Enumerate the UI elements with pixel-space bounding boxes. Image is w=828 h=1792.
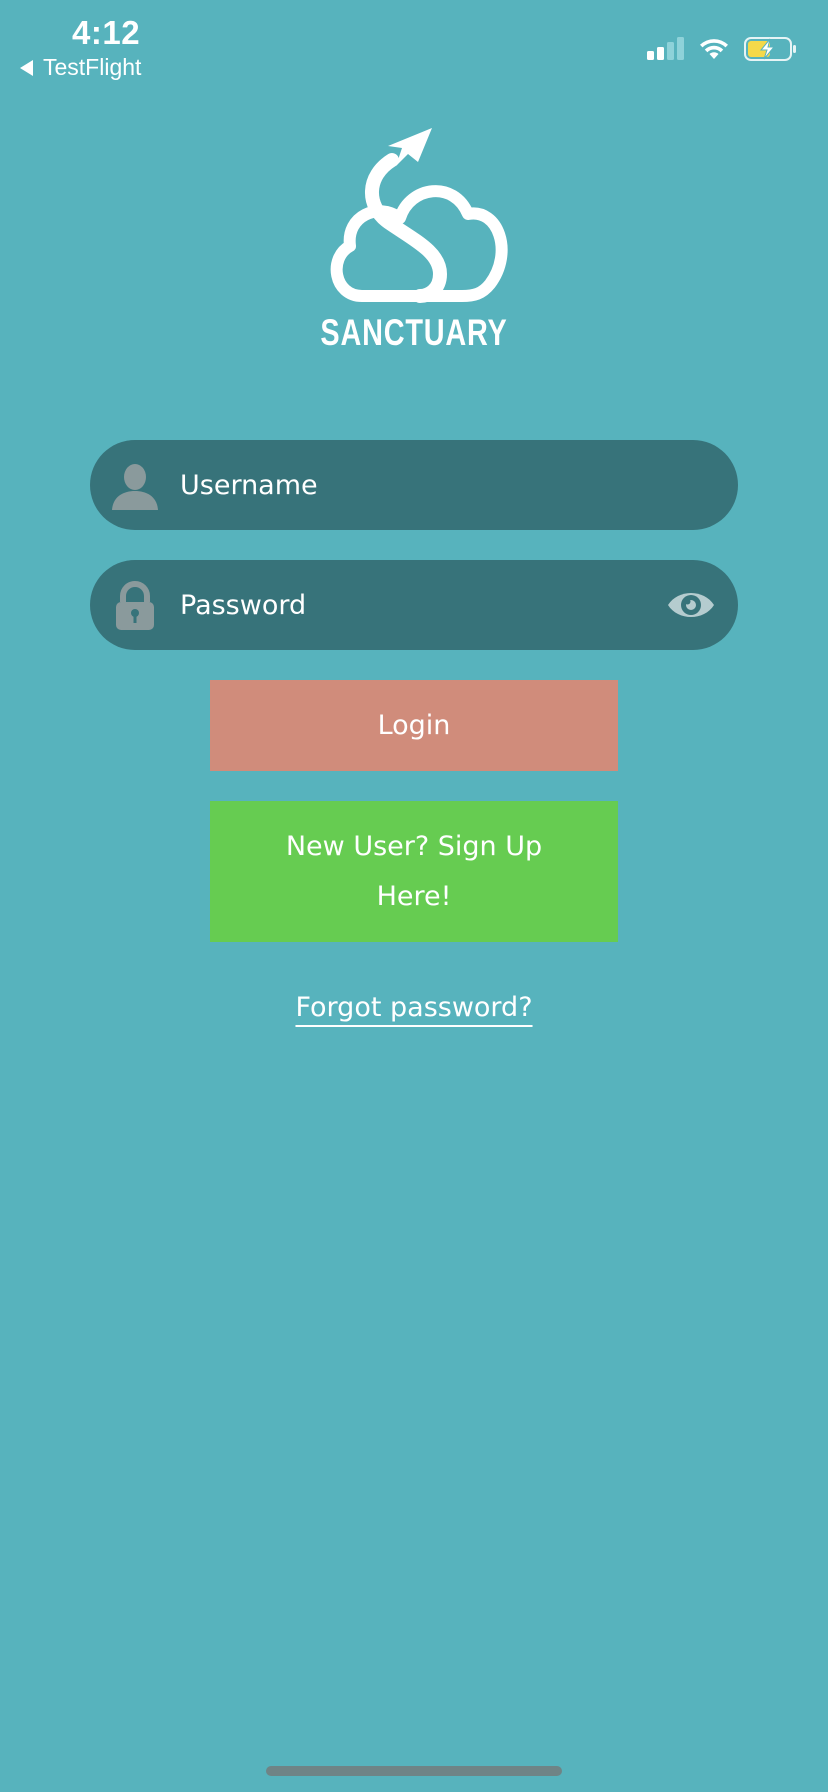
back-arrow-icon [20,59,33,76]
signal-icon [647,37,684,60]
signup-button[interactable]: New User? Sign Up Here! [210,801,618,942]
status-time: 4:12 [72,14,141,51]
show-password-eye-icon[interactable] [666,583,716,627]
lock-icon [116,581,154,630]
battery-charging-icon [744,37,796,61]
password-field[interactable] [90,560,738,650]
login-button[interactable]: Login [210,680,618,771]
user-icon [112,464,158,510]
username-input[interactable] [180,440,620,530]
forgot-password-container: Forgot password? [0,992,828,1023]
back-app-label: TestFlight [43,54,142,80]
login-screen: 4:12 TestFlight SANCTUARY Username Login… [0,0,828,1792]
home-indicator[interactable] [266,1766,562,1776]
password-input[interactable] [180,560,620,650]
wifi-icon [700,39,728,59]
username-field[interactable] [90,440,738,530]
back-to-app-link[interactable]: TestFlight [20,54,141,81]
forgot-password-link[interactable]: Forgot password? [295,992,532,1023]
logo-wordmark: SANCTUARY [320,312,508,353]
status-icons [646,36,798,62]
